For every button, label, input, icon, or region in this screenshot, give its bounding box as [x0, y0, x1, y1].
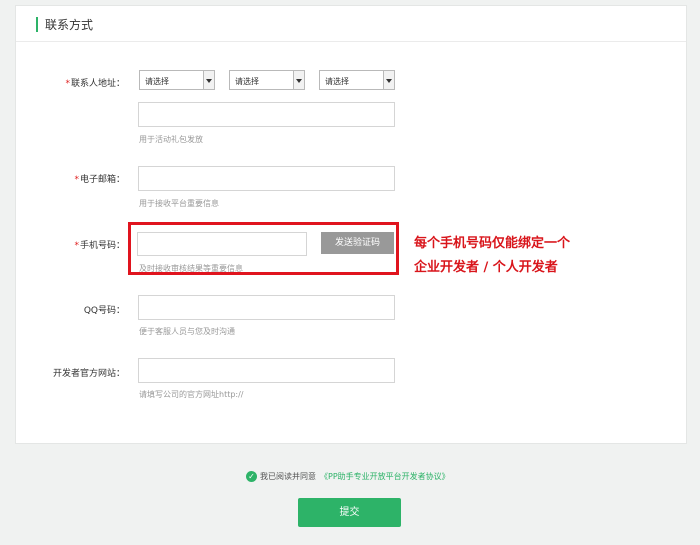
- qq-label: QQ号码：: [83, 306, 125, 316]
- qq-input[interactable]: [138, 295, 395, 320]
- email-field[interactable]: [138, 166, 395, 191]
- website-input[interactable]: [138, 358, 395, 383]
- phone-label: *手机号码：: [74, 241, 125, 251]
- district-select[interactable]: 请选择: [319, 70, 395, 90]
- address-detail-input[interactable]: [138, 102, 395, 127]
- address-label: *联系人地址：: [65, 79, 125, 89]
- annotation-line-1: 每个手机号码仅能绑定一个: [414, 236, 571, 251]
- chevron-down-icon: [293, 71, 304, 89]
- agreement-line: ✓ 我已阅读并同意 《PP助手专业开放平台开发者协议》: [246, 471, 450, 482]
- qq-hint: 便于客服人员与您及时沟通: [139, 327, 235, 336]
- section-title: 联系方式: [45, 18, 94, 32]
- email-hint: 用于接收平台重要信息: [139, 199, 219, 208]
- website-hint: 请填写公司的官方网址http://: [139, 390, 244, 399]
- section-accent-bar: [36, 17, 38, 32]
- highlight-box: [128, 222, 399, 275]
- province-select[interactable]: 请选择: [139, 70, 215, 90]
- submit-button[interactable]: 提交: [298, 498, 401, 527]
- required-mark: *: [74, 241, 79, 251]
- required-mark: *: [65, 79, 70, 89]
- chevron-down-icon: [203, 71, 214, 89]
- city-select[interactable]: 请选择: [229, 70, 305, 90]
- required-mark: *: [74, 175, 79, 185]
- email-label: *电子邮箱：: [74, 175, 125, 185]
- section-header: 联系方式: [16, 6, 686, 42]
- agreement-text: 我已阅读并同意: [260, 472, 316, 481]
- agreement-link[interactable]: 《PP助手专业开放平台开发者协议》: [320, 472, 450, 481]
- website-label: 开发者官方网站：: [52, 369, 125, 379]
- annotation-line-2: 企业开发者 / 个人开发者: [414, 260, 558, 275]
- check-icon[interactable]: ✓: [246, 471, 257, 482]
- chevron-down-icon: [383, 71, 394, 89]
- address-hint: 用于活动礼包发放: [139, 135, 203, 144]
